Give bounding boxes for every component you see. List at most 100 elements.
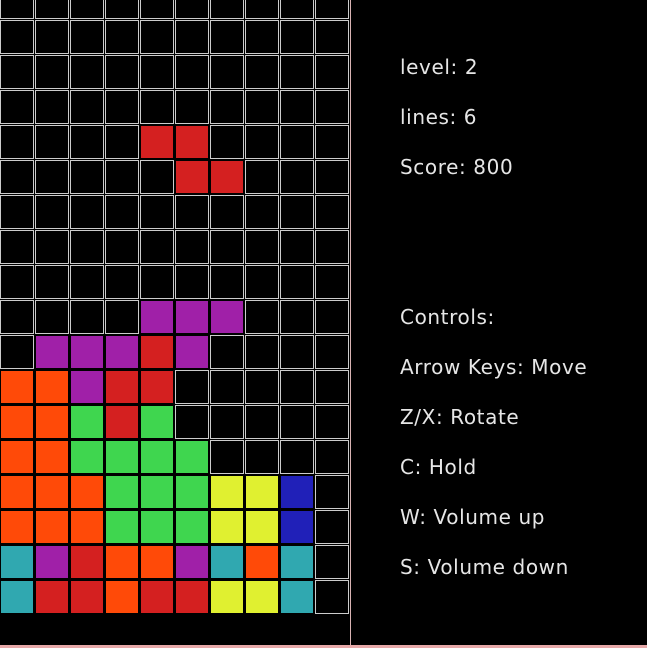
block-cell	[140, 510, 174, 544]
empty-cell	[105, 300, 139, 334]
empty-cell	[210, 195, 244, 229]
empty-cell	[245, 300, 279, 334]
control-volume-up: W: Volume up	[400, 505, 546, 529]
empty-cell	[315, 20, 349, 54]
empty-cell	[140, 0, 174, 19]
block-cell	[35, 335, 69, 369]
block-cell	[210, 160, 244, 194]
block-cell	[140, 405, 174, 439]
empty-cell	[140, 55, 174, 89]
block-cell	[35, 440, 69, 474]
block-cell	[210, 300, 244, 334]
empty-cell	[315, 510, 349, 544]
block-cell	[105, 475, 139, 509]
empty-cell	[175, 195, 209, 229]
block-cell	[245, 510, 279, 544]
empty-cell	[105, 195, 139, 229]
empty-cell	[315, 545, 349, 579]
block-cell	[245, 580, 279, 614]
empty-cell	[280, 0, 314, 19]
empty-cell	[105, 230, 139, 264]
empty-cell	[245, 335, 279, 369]
empty-cell	[210, 55, 244, 89]
block-cell	[175, 580, 209, 614]
block-cell	[35, 545, 69, 579]
empty-cell	[0, 195, 34, 229]
empty-cell	[70, 55, 104, 89]
block-cell	[140, 580, 174, 614]
block-cell	[35, 475, 69, 509]
empty-cell	[315, 160, 349, 194]
block-cell	[0, 510, 34, 544]
empty-cell	[35, 0, 69, 19]
block-cell	[210, 545, 244, 579]
block-cell	[280, 580, 314, 614]
empty-cell	[280, 335, 314, 369]
empty-cell	[175, 20, 209, 54]
empty-cell	[0, 230, 34, 264]
block-cell	[280, 545, 314, 579]
empty-cell	[35, 300, 69, 334]
level-label: level: 2	[400, 55, 479, 79]
empty-cell	[315, 440, 349, 474]
block-cell	[175, 125, 209, 159]
empty-cell	[35, 265, 69, 299]
block-cell	[105, 545, 139, 579]
empty-cell	[70, 90, 104, 124]
empty-cell	[105, 90, 139, 124]
block-cell	[0, 440, 34, 474]
empty-cell	[245, 90, 279, 124]
empty-cell	[35, 125, 69, 159]
empty-cell	[315, 265, 349, 299]
empty-cell	[35, 195, 69, 229]
block-cell	[210, 510, 244, 544]
empty-cell	[280, 195, 314, 229]
block-cell	[280, 510, 314, 544]
block-cell	[35, 580, 69, 614]
empty-cell	[105, 160, 139, 194]
empty-cell	[315, 405, 349, 439]
empty-cell	[175, 0, 209, 19]
block-cell	[140, 475, 174, 509]
empty-cell	[210, 440, 244, 474]
empty-cell	[175, 370, 209, 404]
empty-cell	[140, 160, 174, 194]
empty-cell	[315, 0, 349, 19]
empty-cell	[210, 20, 244, 54]
control-rotate: Z/X: Rotate	[400, 405, 520, 429]
empty-cell	[210, 335, 244, 369]
empty-cell	[140, 230, 174, 264]
empty-cell	[175, 265, 209, 299]
controls-title: Controls:	[400, 305, 495, 329]
empty-cell	[245, 370, 279, 404]
empty-cell	[210, 125, 244, 159]
empty-cell	[245, 265, 279, 299]
empty-cell	[105, 55, 139, 89]
block-cell	[0, 370, 34, 404]
block-cell	[105, 405, 139, 439]
empty-cell	[280, 440, 314, 474]
empty-cell	[245, 405, 279, 439]
empty-cell	[280, 160, 314, 194]
block-cell	[35, 370, 69, 404]
empty-cell	[0, 300, 34, 334]
empty-cell	[210, 230, 244, 264]
empty-cell	[175, 90, 209, 124]
empty-cell	[315, 125, 349, 159]
block-cell	[140, 300, 174, 334]
block-cell	[35, 510, 69, 544]
block-cell	[0, 475, 34, 509]
empty-cell	[315, 55, 349, 89]
empty-cell	[35, 20, 69, 54]
block-cell	[140, 125, 174, 159]
block-cell	[70, 405, 104, 439]
empty-cell	[245, 230, 279, 264]
block-cell	[70, 370, 104, 404]
block-cell	[140, 370, 174, 404]
empty-cell	[280, 230, 314, 264]
control-volume-down: S: Volume down	[400, 555, 569, 579]
lines-label: lines: 6	[400, 105, 478, 129]
empty-cell	[0, 90, 34, 124]
empty-cell	[0, 20, 34, 54]
empty-cell	[0, 335, 34, 369]
